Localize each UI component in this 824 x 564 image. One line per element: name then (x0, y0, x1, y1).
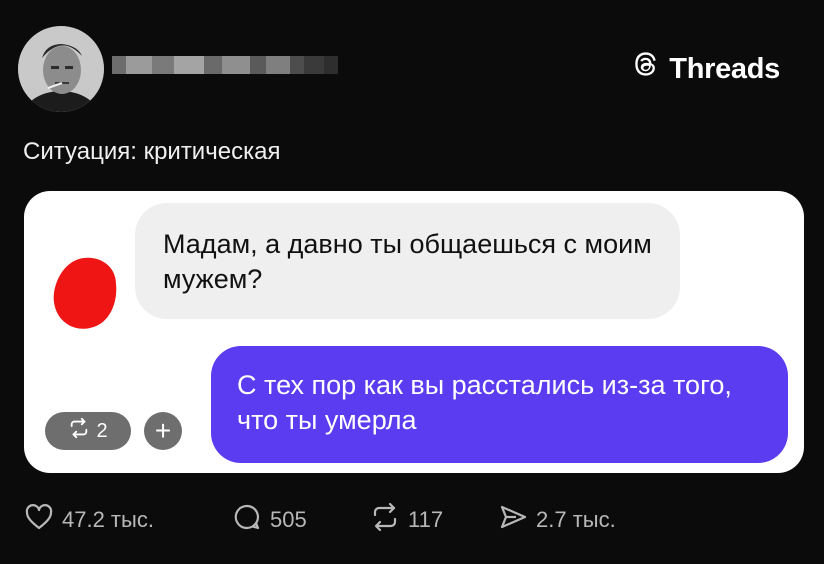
threads-brand: Threads (631, 50, 780, 88)
send-icon (498, 502, 528, 538)
repost-icon (68, 417, 90, 445)
repost-button[interactable]: 117 (370, 502, 444, 538)
heart-icon (24, 502, 54, 538)
username-redacted (112, 48, 360, 82)
add-button[interactable]: + (144, 412, 182, 450)
outgoing-message-bubble: С тех пор как вы расстались из-за того, … (211, 346, 788, 463)
avatar-photo (18, 26, 104, 112)
chat-screenshot-card[interactable]: Мадам, а давно ты общаешься с моим мужем… (24, 191, 804, 473)
repost-icon (370, 502, 400, 538)
incoming-message-text: Мадам, а давно ты общаешься с моим мужем… (163, 229, 652, 294)
reposts-count: 117 (408, 507, 444, 532)
plus-icon: + (154, 415, 172, 446)
comment-bubble-icon (232, 502, 262, 538)
share-button[interactable]: 2.7 тыс. (498, 504, 616, 536)
outgoing-message-text: С тех пор как вы расстались из-за того, … (237, 370, 732, 435)
comments-count: 505 (270, 507, 307, 532)
repost-count-pill[interactable]: 2 (45, 412, 131, 450)
threads-logo-icon (631, 50, 661, 88)
repost-pill-count: 2 (96, 419, 108, 442)
shares-count: 2.7 тыс. (536, 507, 616, 532)
avatar[interactable] (18, 26, 104, 112)
incoming-message-bubble: Мадам, а давно ты общаешься с моим мужем… (135, 203, 680, 319)
threads-brand-label: Threads (669, 52, 780, 85)
post-caption: Ситуация: критическая (23, 138, 281, 165)
like-button[interactable]: 47.2 тыс. (24, 504, 154, 536)
likes-count: 47.2 тыс. (62, 507, 154, 532)
post-stats-bar: 47.2 тыс. 505 117 2.7 тыс. (24, 502, 804, 538)
redacted-avatar-blob (53, 257, 117, 329)
comment-button[interactable]: 505 (232, 504, 307, 536)
